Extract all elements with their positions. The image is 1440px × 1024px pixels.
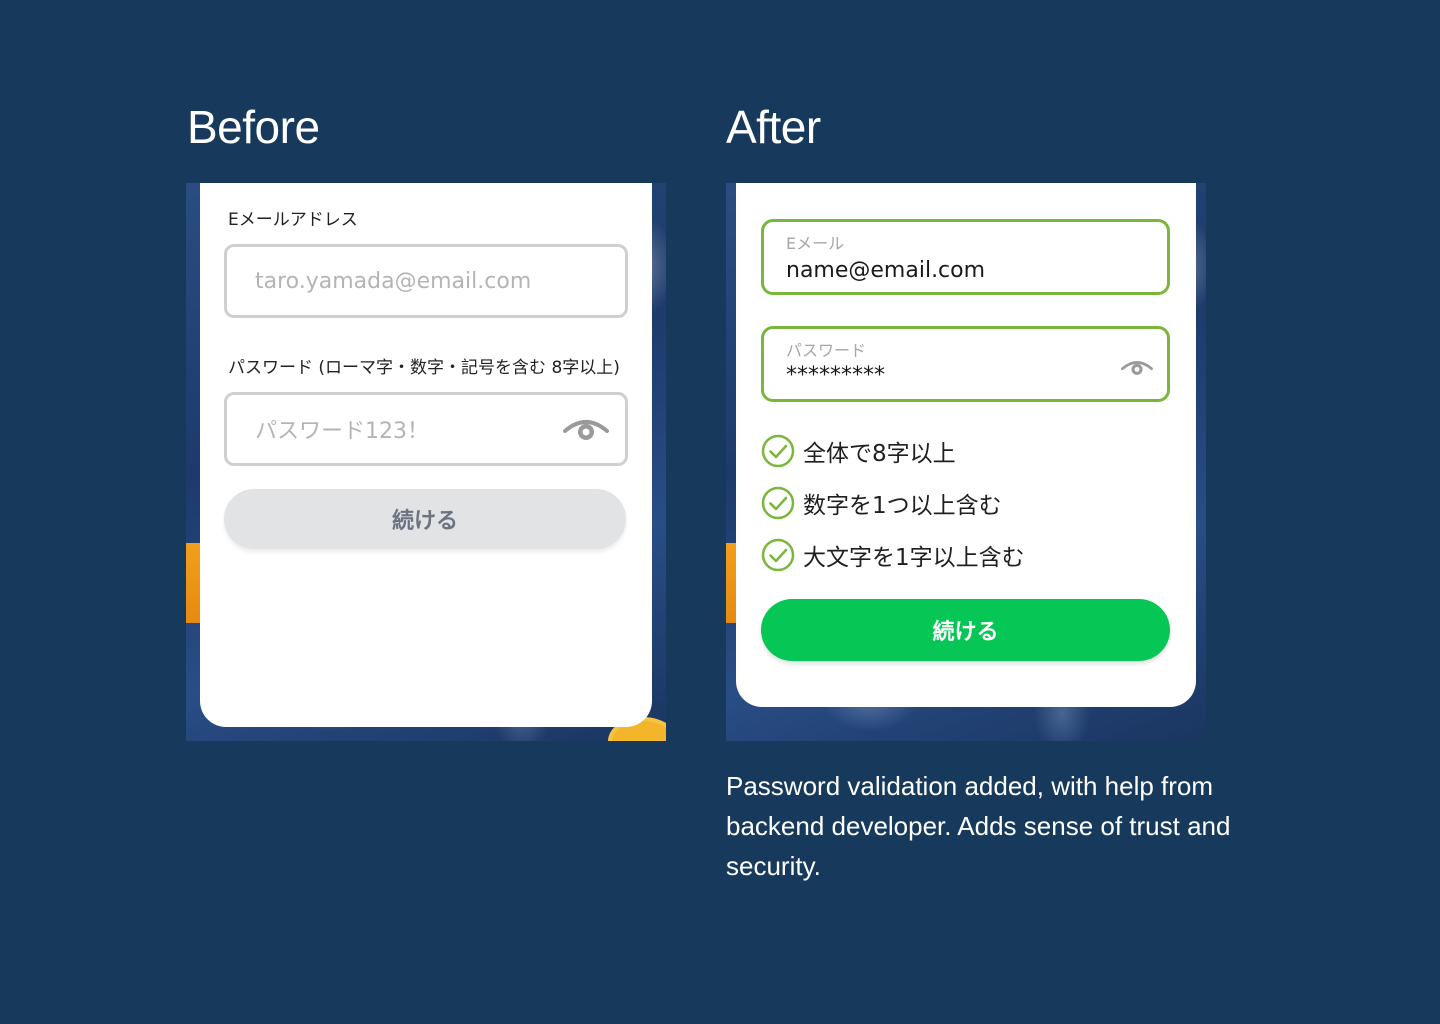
password-field[interactable]: パスワード *********: [761, 326, 1170, 402]
rule-min-length: 全体で8字以上: [761, 431, 956, 471]
password-label: パスワード (ローマ字・数字・記号を含む 8字以上): [228, 358, 620, 378]
email-label: Eメール: [786, 234, 845, 253]
caption-text: Password validation added, with help fro…: [726, 771, 1231, 881]
password-input[interactable]: パスワード123！: [224, 392, 628, 466]
eye-icon[interactable]: [563, 417, 609, 443]
check-circle-icon: [761, 538, 795, 572]
email-label: Eメールアドレス: [228, 210, 358, 230]
eye-icon[interactable]: [1121, 359, 1153, 377]
signup-card: Eメールアドレス taro.yamada@email.com パスワード (ロー…: [200, 183, 652, 727]
rule-text: 大文字を1字以上含む: [803, 545, 1025, 571]
email-input[interactable]: taro.yamada@email.com: [224, 244, 628, 318]
before-screenshot: Eメールアドレス taro.yamada@email.com パスワード (ロー…: [186, 183, 666, 741]
check-circle-icon: [761, 486, 795, 520]
password-placeholder: パスワード123！: [255, 419, 429, 444]
password-label: パスワード: [786, 341, 867, 360]
rule-text: 数字を1つ以上含む: [803, 493, 1002, 519]
rule-uppercase: 大文字を1字以上含む: [761, 535, 1025, 575]
email-field[interactable]: Eメール name@email.com: [761, 219, 1170, 295]
rule-text: 全体で8字以上: [803, 441, 956, 467]
after-heading: After: [726, 101, 821, 153]
email-value: name@email.com: [786, 258, 986, 283]
before-heading: Before: [187, 101, 320, 153]
signup-card: Eメール name@email.com パスワード ********* 全体で8…: [736, 183, 1196, 707]
after-screenshot: Eメール name@email.com パスワード ********* 全体で8…: [726, 183, 1206, 741]
email-placeholder: taro.yamada@email.com: [255, 268, 532, 294]
password-value: *********: [786, 363, 885, 388]
continue-button[interactable]: 続ける: [761, 599, 1170, 661]
rule-number: 数字を1つ以上含む: [761, 483, 1002, 523]
check-circle-icon: [761, 434, 795, 468]
continue-button[interactable]: 続ける: [224, 489, 626, 549]
